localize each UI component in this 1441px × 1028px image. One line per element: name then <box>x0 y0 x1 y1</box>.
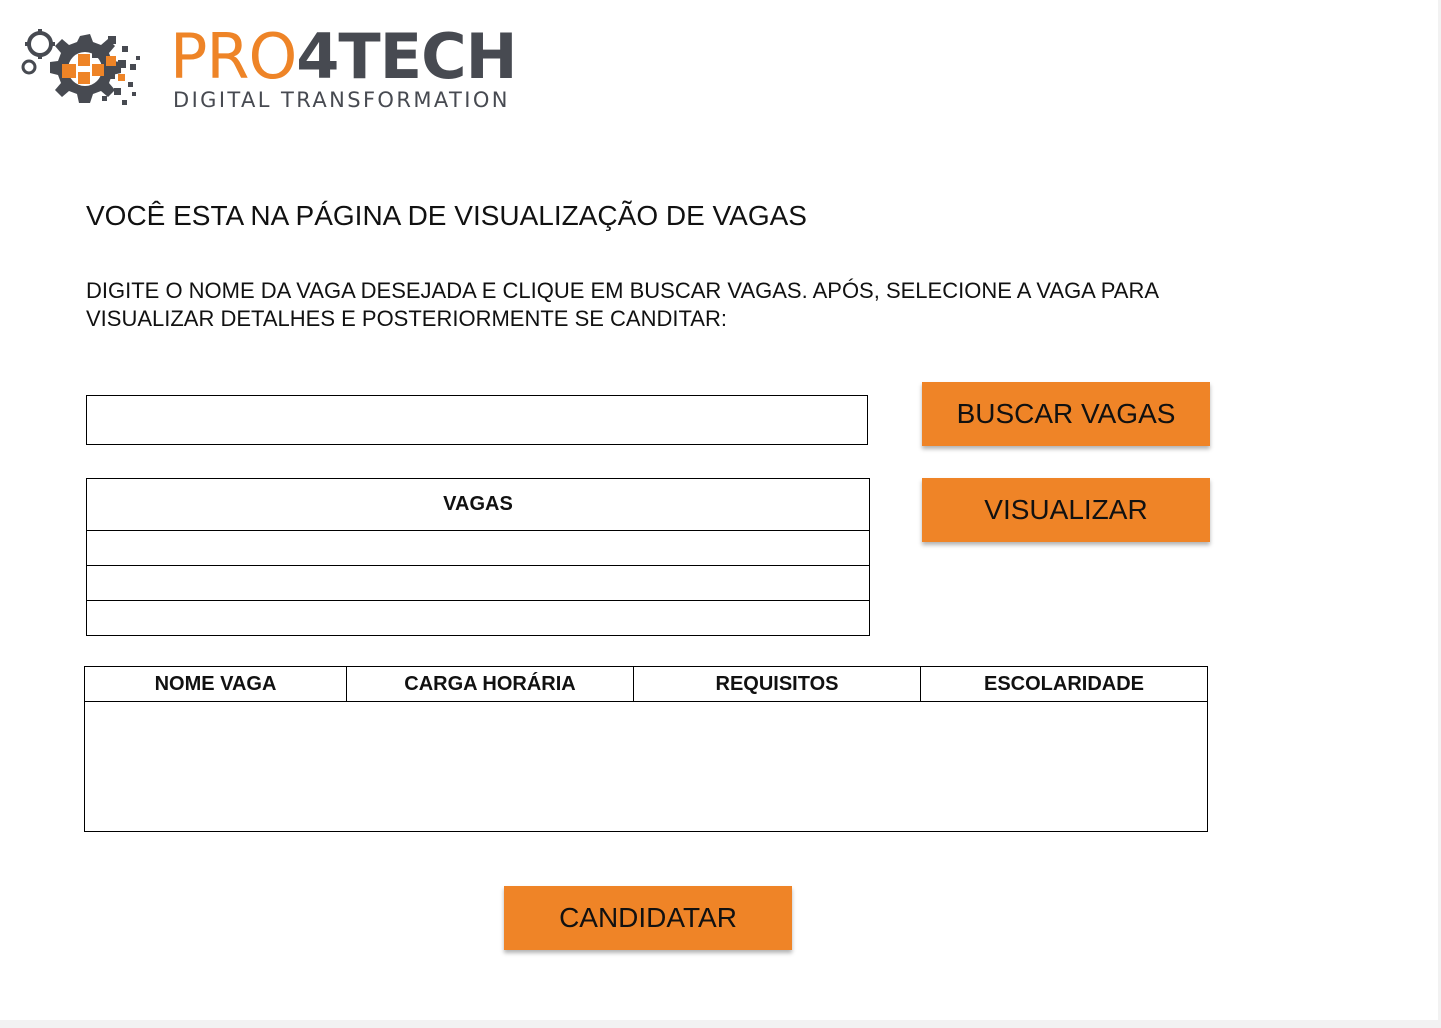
column-header-escolaridade: ESCOLARIDADE <box>920 666 1208 702</box>
job-details-table: NOME VAGA CARGA HORÁRIA REQUISITOS ESCOL… <box>84 666 1208 832</box>
details-body <box>84 701 1208 832</box>
table-row[interactable] <box>86 600 870 636</box>
brand-tagline: DIGITAL TRANSFORMATION <box>173 88 510 112</box>
search-input[interactable] <box>86 395 868 445</box>
pro4tech-logo: PRO4TECH DIGITAL TRANSFORMATION <box>18 22 528 118</box>
vaga-cell[interactable] <box>86 530 870 566</box>
gear-logo-icon <box>21 29 140 105</box>
search-jobs-button[interactable]: BUSCAR VAGAS <box>922 382 1210 446</box>
apply-button[interactable]: CANDIDATAR <box>504 886 792 950</box>
column-header-nome-vaga: NOME VAGA <box>84 666 347 702</box>
brand-name: PRO4TECH <box>170 20 517 93</box>
vagas-table-header: VAGAS <box>86 478 870 531</box>
instructions-text: DIGITE O NOME DA VAGA DESEJADA E CLIQUE … <box>86 278 1158 331</box>
column-header-requisitos: REQUISITOS <box>633 666 921 702</box>
vaga-cell[interactable] <box>86 565 870 601</box>
vaga-cell[interactable] <box>86 600 870 636</box>
details-body-row <box>84 701 1208 832</box>
brand-name-tech: 4TECH <box>296 20 517 93</box>
table-row[interactable] <box>86 530 870 566</box>
table-row[interactable] <box>86 565 870 601</box>
brand-name-pro: PRO <box>170 20 297 93</box>
page-title: VOCÊ ESTA NA PÁGINA DE VISUALIZAÇÃO DE V… <box>86 200 807 231</box>
view-button[interactable]: VISUALIZAR <box>922 478 1210 542</box>
column-header-carga-horaria: CARGA HORÁRIA <box>346 666 634 702</box>
page: PRO4TECH DIGITAL TRANSFORMATION VOCÊ EST… <box>0 0 1438 1020</box>
vagas-table: VAGAS <box>86 478 870 636</box>
